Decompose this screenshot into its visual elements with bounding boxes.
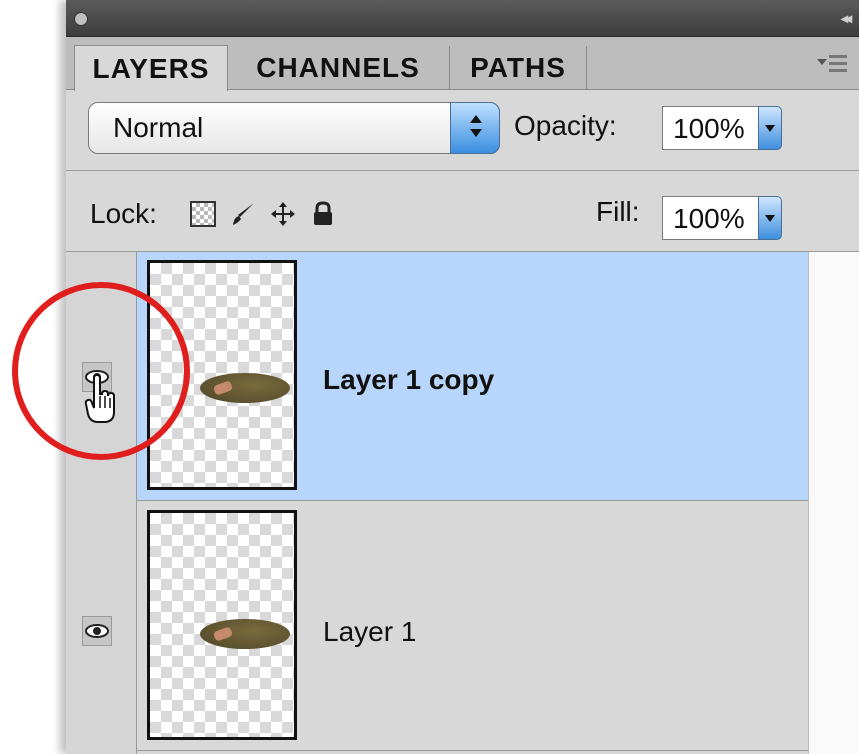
fill-dropdown[interactable] [758, 196, 782, 240]
divider [66, 170, 859, 171]
menu-bar-glyph [829, 69, 847, 72]
visibility-toggle-layer-1[interactable] [82, 616, 112, 646]
layer-name: Layer 1 [323, 616, 417, 647]
eye-icon [85, 624, 109, 638]
opacity-dropdown[interactable] [758, 106, 782, 150]
menu-bar-glyph [829, 55, 847, 58]
opacity-field[interactable]: 100% [662, 106, 760, 150]
panel-tab-bar: LAYERS CHANNELS PATHS [66, 37, 859, 91]
menu-bar-glyph [829, 62, 847, 65]
tab-layers[interactable]: LAYERS [74, 45, 228, 91]
panel-close-icon[interactable] [74, 12, 88, 26]
hand-pointer-icon [84, 374, 115, 423]
opacity-label: Opacity: [514, 110, 617, 141]
visibility-column [66, 252, 137, 754]
tab-paths[interactable]: PATHS [450, 46, 587, 89]
layers-panel: ◂◂ LAYERS CHANNELS PATHS Normal Opacity:… [66, 0, 859, 754]
blend-mode-select[interactable]: Normal [88, 102, 500, 154]
layer-name: Layer 1 copy [323, 364, 495, 395]
layers-list: Layer 1 copy Layer 1 [66, 252, 859, 754]
tab-channels[interactable]: CHANNELS [227, 46, 450, 89]
fill-label: Fill: [596, 196, 640, 227]
chevron-up-icon [470, 115, 482, 123]
layer-row-layer-1-copy[interactable]: Layer 1 copy [137, 252, 809, 501]
blend-mode-value: Normal [113, 112, 204, 143]
panel-title-bar[interactable]: ◂◂ [66, 0, 859, 37]
thumbnail-image [200, 619, 290, 649]
tab-label: CHANNELS [256, 51, 420, 83]
fill-field[interactable]: 100% [662, 196, 760, 240]
chevron-down-icon [765, 125, 775, 132]
lock-label: Lock: [90, 198, 157, 229]
tab-label: LAYERS [92, 52, 210, 84]
layer-thumbnail [147, 510, 297, 740]
blend-mode-stepper[interactable] [450, 102, 500, 154]
brush-icon[interactable] [230, 201, 256, 227]
chevron-down-icon [470, 129, 482, 137]
move-arrows-icon[interactable] [270, 201, 296, 227]
collapse-double-arrow-icon[interactable]: ◂◂ [841, 10, 852, 27]
chevron-down-icon [765, 215, 775, 222]
tab-label: PATHS [470, 51, 566, 83]
thumbnail-image [200, 373, 290, 403]
layer-thumbnail [147, 260, 297, 490]
panel-menu-icon[interactable] [817, 51, 847, 77]
menu-arrow-glyph [817, 59, 827, 65]
padlock-icon[interactable] [310, 201, 336, 227]
layer-row-layer-1[interactable]: Layer 1 [137, 502, 809, 751]
lock-transparent-pixels-icon[interactable] [190, 201, 216, 227]
layers-scrollbar[interactable] [808, 252, 859, 754]
